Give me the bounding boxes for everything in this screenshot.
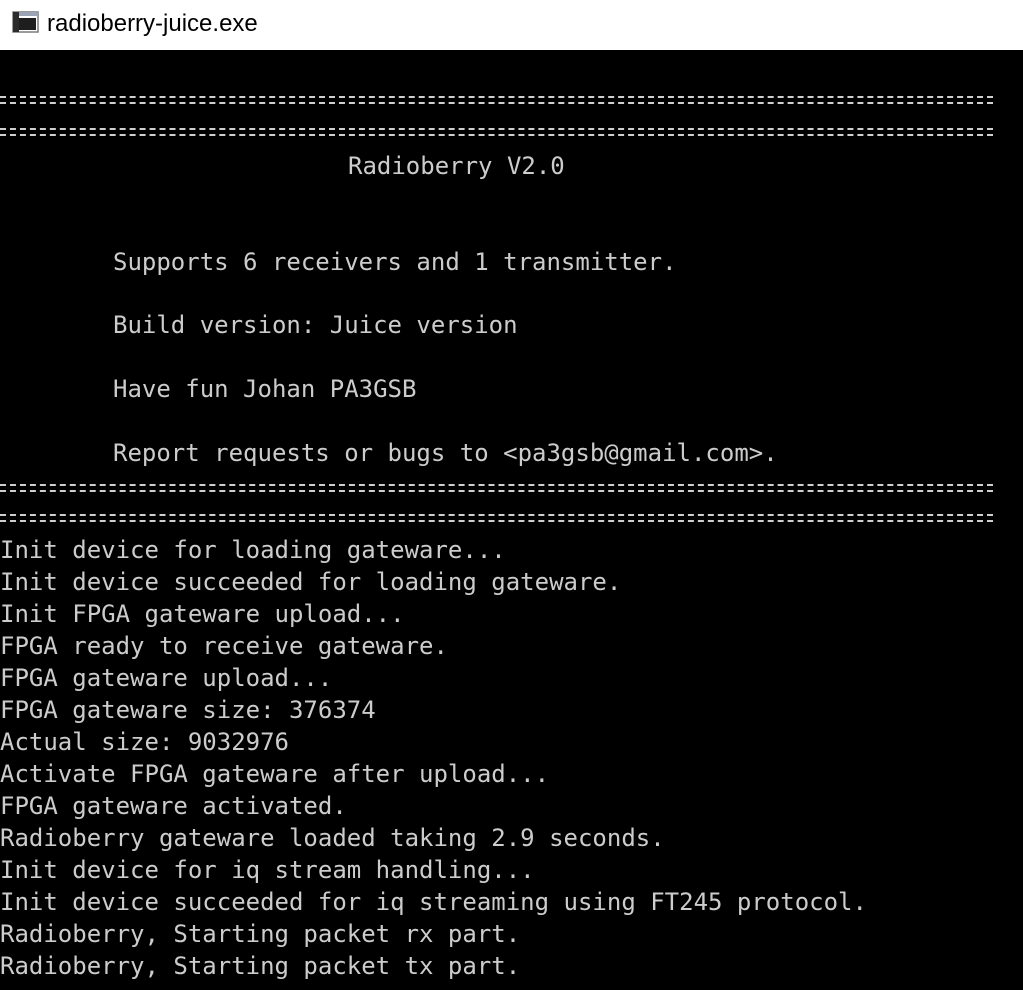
- log-line: Actual size: 9032976: [0, 728, 289, 756]
- separator-rule: [0, 481, 993, 495]
- log-line: Radioberry, Starting packet rx part.: [0, 920, 521, 948]
- log-line: Init device for loading gateware...: [0, 536, 506, 564]
- log-line: FPGA gateware activated.: [0, 792, 347, 820]
- header-build: Build version: Juice version: [113, 311, 518, 339]
- log-line: FPGA gateware upload...: [0, 664, 333, 692]
- log-line: Init device succeeded for loading gatewa…: [0, 568, 622, 596]
- header-report: Report requests or bugs to <pa3gsb@gmail…: [113, 439, 778, 467]
- log-line: Init FPGA gateware upload...: [0, 600, 405, 628]
- header-supports: Supports 6 receivers and 1 transmitter.: [113, 248, 677, 276]
- console-output[interactable]: Radioberry V2.0 Supports 6 receivers and…: [0, 50, 1023, 990]
- separator-rule: [0, 93, 993, 107]
- separator-rule: [0, 511, 993, 525]
- separator-rule: [0, 125, 993, 139]
- title-bar[interactable]: radioberry-juice.exe: [0, 0, 1023, 50]
- log-line: Init device succeeded for iq streaming u…: [0, 888, 867, 916]
- log-line: Radioberry, Starting packet tx part.: [0, 952, 521, 980]
- log-line: Radioberry gateware loaded taking 2.9 se…: [0, 824, 665, 852]
- log-line: FPGA gateware size: 376374: [0, 696, 376, 724]
- log-line: Init device for iq stream handling...: [0, 856, 535, 884]
- console-window: radioberry-juice.exe Radioberry V2.0 Sup…: [0, 0, 1023, 990]
- header-title: Radioberry V2.0: [348, 152, 565, 180]
- log-line: FPGA ready to receive gateware.: [0, 632, 448, 660]
- log-line: Activate FPGA gateware after upload...: [0, 760, 550, 788]
- window-title: radioberry-juice.exe: [47, 10, 258, 37]
- header-greeting: Have fun Johan PA3GSB: [113, 375, 417, 403]
- console-app-icon: [12, 11, 39, 33]
